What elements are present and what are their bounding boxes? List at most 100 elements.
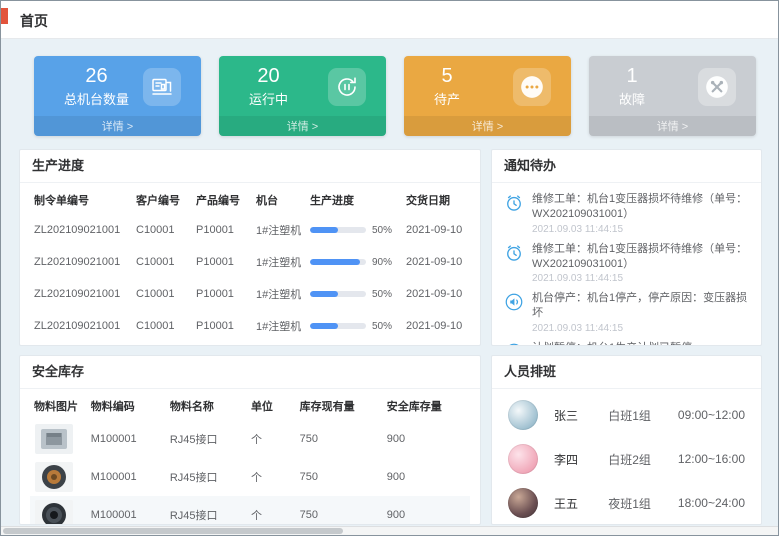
stat-detail-link[interactable]: 详情 > [404,116,571,136]
schedule-row[interactable]: 张三 白班1组 09:00~12:00 [492,393,761,437]
staff-shift: 白班2组 [608,451,678,468]
cell-progress: 90% [306,246,402,278]
stat-cards-row: 26 总机台数量 详情 > 20 运行中 [34,56,756,136]
table-row[interactable]: ZL202109021001 C10001 P10001 1#注塑机 50% 2… [30,310,472,342]
cell-unit: 个 [247,420,296,458]
stat-value: 1 [619,65,645,87]
notification-list: 维修工单：机台1变压器损坏待维修（单号：WX202109031001） 2021… [492,183,761,346]
table-header-row: 制令单编号 客户编号 产品编号 机台 生产进度 交货日期 [30,183,472,214]
cell-customer-no: C10001 [132,214,192,246]
stat-card-body: 20 运行中 [219,56,386,108]
staff-schedule-panel: 人员排班 张三 白班1组 09:00~12:00 李四 白班2组 12:00~1… [491,355,762,525]
stat-card-waiting[interactable]: 5 待产 详情 > [404,56,571,136]
staff-time-range: 18:00~24:00 [678,496,745,510]
cell-product-no: P10001 [192,278,252,310]
inventory-table-wrap: 物料图片 物料编码 物料名称 单位 库存现有量 安全库存量 [20,389,480,525]
top-bar: 首页 [1,1,778,39]
panel-title-notifications: 通知待办 [492,150,761,183]
production-table: 制令单编号 客户编号 产品编号 机台 生产进度 交货日期 ZL202109021… [30,183,472,346]
col-material-name: 物料名称 [166,389,247,420]
staff-name: 张三 [554,407,608,424]
speaker-icon [504,342,524,346]
cell-material-code: M100001 [87,420,166,458]
notification-content: 维修工单：机台1变压器损坏待维修（单号：WX202109031001） 2021… [532,192,749,235]
progress-bar [310,323,366,329]
notification-content: 计划暂停：机台1生产计划已暂停 2021.09.03 11:44:15 [532,341,692,346]
cell-product-no: P10001 [192,310,252,342]
stat-label: 待产 [434,89,460,108]
table-header-row: 物料图片 物料编码 物料名称 单位 库存现有量 安全库存量 [30,389,470,420]
stat-detail-link[interactable]: 详情 > [219,116,386,136]
notification-item[interactable]: 维修工单：机台1变压器损坏待维修（单号：WX202109031001） 2021… [504,242,749,285]
table-row[interactable]: ZL202109021001 C10001 P10001 1#注塑机 50% 2… [30,214,472,246]
table-row[interactable]: ZL202109021001 C10001 P10001 1#注塑机 90% 2… [30,246,472,278]
stat-detail-link[interactable]: 详情 > [589,116,756,136]
stat-detail-link[interactable]: 详情 > [34,116,201,136]
col-customer-no: 客户编号 [132,183,192,214]
cell-unit: 个 [247,496,296,525]
stat-card-info: 26 总机台数量 [64,65,129,108]
cell-material-name: RJ45接口 [166,496,247,525]
stat-label: 运行中 [249,89,288,108]
staff-time-range: 12:00~16:00 [678,452,745,466]
cell-progress: 50% [306,214,402,246]
production-progress-panel: 生产进度 制令单编号 客户编号 产品编号 机台 生产进度 交货日期 Z [19,149,481,346]
col-machine: 机台 [252,183,306,214]
notification-item[interactable]: 计划暂停：机台1生产计划已暂停 2021.09.03 11:44:15 [504,341,749,346]
staff-shift: 夜班1组 [608,495,678,512]
notification-time: 2021.09.03 11:44:15 [532,224,749,235]
cell-delivery-date: 2021-09-10 [402,214,472,246]
scrollbar-thumb[interactable] [3,528,343,534]
notification-item[interactable]: 维修工单：机台1变压器损坏待维修（单号：WX202109031001） 2021… [504,192,749,235]
table-row[interactable]: M100001 RJ45接口 个 750 900 [30,496,470,525]
cell-delivery-date: 2021-09-10 [402,342,472,346]
speaker-photo [34,499,74,525]
stat-card-running[interactable]: 20 运行中 详情 > [219,56,386,136]
notification-item[interactable]: 机台停产：机台1停产，停产原因：变压器损坏 2021.09.03 11:44:1… [504,291,749,334]
panel-title-safety-stock: 安全库存 [20,356,480,389]
cell-progress: 50% [306,310,402,342]
stat-card-info: 20 运行中 [249,65,288,108]
stat-card-total-machines[interactable]: 26 总机台数量 详情 > [34,56,201,136]
progress-percent: 50% [372,225,392,236]
cell-customer-no: C10001 [132,342,192,346]
col-material-code: 物料编码 [87,389,166,420]
cell-machine: 1#注塑机 [252,278,306,310]
stat-card-fault[interactable]: 1 故障 详情 > [589,56,756,136]
notification-time: 2021.09.03 11:44:15 [532,323,749,334]
cell-material-image [30,420,87,458]
col-unit: 单位 [247,389,296,420]
table-row[interactable]: ZL202109021001 C10001 P10001 1#注塑机 50% 2… [30,342,472,346]
table-row[interactable]: ZL202109021001 C10001 P10001 1#注塑机 50% 2… [30,278,472,310]
horizontal-scrollbar[interactable] [1,526,778,535]
progress-bar [310,227,366,233]
cell-delivery-date: 2021-09-10 [402,246,472,278]
production-table-wrap: 制令单编号 客户编号 产品编号 机台 生产进度 交货日期 ZL202109021… [20,183,480,346]
rj45-connector-photo [34,423,74,455]
cell-product-no: P10001 [192,246,252,278]
cell-delivery-date: 2021-09-10 [402,278,472,310]
notification-time: 2021.09.03 11:44:15 [532,273,749,284]
staff-name: 王五 [554,495,608,512]
avatar [508,488,538,518]
col-progress: 生产进度 [306,183,402,214]
cell-safety-stock: 900 [383,496,470,525]
table-row[interactable]: M100001 RJ45接口 个 750 900 [30,420,470,458]
col-stock-on-hand: 库存现有量 [296,389,383,420]
schedule-row[interactable]: 李四 白班2组 12:00~16:00 [492,437,761,481]
cell-order-no: ZL202109021001 [30,278,132,310]
progress-percent: 50% [372,321,392,332]
stat-label: 故障 [619,89,645,108]
cell-material-code: M100001 [87,496,166,525]
cell-material-image [30,496,87,525]
progress-bar [310,291,366,297]
cell-progress: 50% [306,342,402,346]
cell-material-name: RJ45接口 [166,420,247,458]
dashboard-screen: 首页 26 总机台数量 详情 > [0,0,779,536]
inventory-table: 物料图片 物料编码 物料名称 单位 库存现有量 安全库存量 [30,389,470,525]
cell-delivery-date: 2021-09-10 [402,310,472,342]
table-row[interactable]: M100001 RJ45接口 个 750 900 [30,458,470,496]
schedule-row[interactable]: 王五 夜班1组 18:00~24:00 [492,481,761,525]
cell-order-no: ZL202109021001 [30,246,132,278]
stat-card-info: 1 故障 [619,65,645,108]
